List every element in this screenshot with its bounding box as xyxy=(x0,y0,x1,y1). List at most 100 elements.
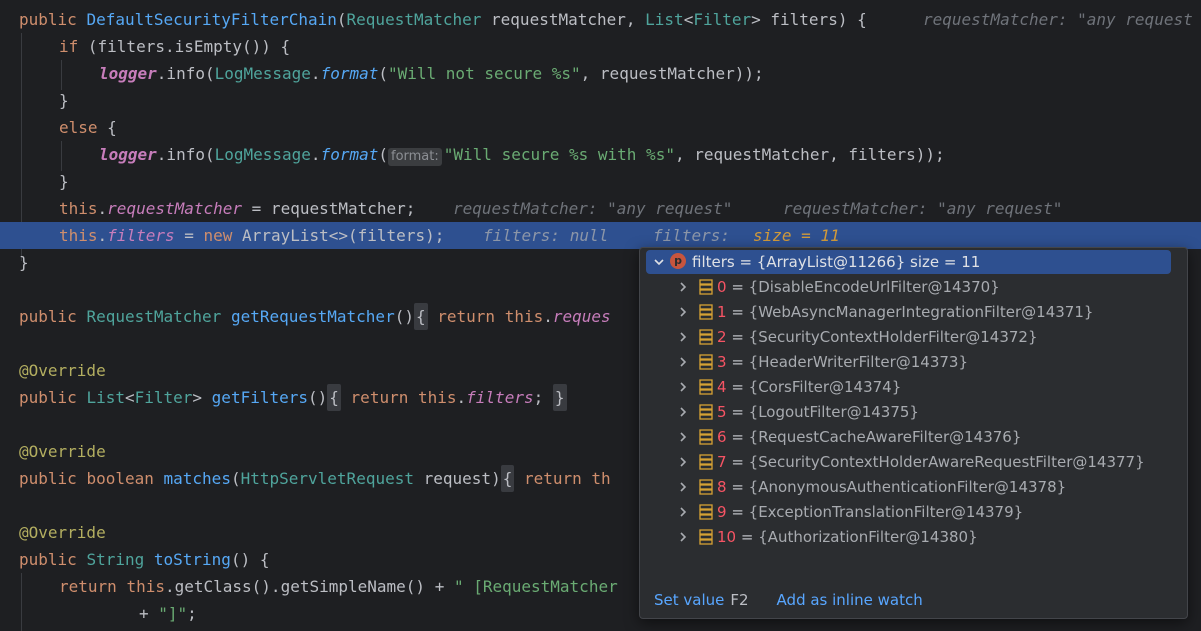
tree-node-item[interactable]: 5 = {LogoutFilter@14375} xyxy=(646,400,1171,424)
keyword: return xyxy=(437,307,496,326)
keyword: else xyxy=(59,118,98,137)
folded-block[interactable]: } xyxy=(552,384,567,411)
return-type: List xyxy=(86,388,125,407)
element-value: {DisableEncodeUrlFilter@14370} xyxy=(748,278,1000,296)
tree-node-item[interactable]: 1 = {WebAsyncManagerIntegrationFilter@14… xyxy=(646,300,1171,324)
param-name: request xyxy=(423,469,492,488)
array-element-icon xyxy=(699,504,713,520)
folded-block[interactable]: { xyxy=(500,465,515,492)
code-line[interactable]: if (filters.isEmpty()) { xyxy=(0,33,1201,60)
equals-sign: = xyxy=(726,503,749,521)
chevron-right-icon[interactable] xyxy=(676,525,690,549)
shortcut-key: F2 xyxy=(730,591,749,609)
keyword: this xyxy=(417,388,457,407)
equals-sign: = xyxy=(726,403,749,421)
field-name: filters xyxy=(107,226,175,245)
element-value: {SecurityContextHolderFilter@14372} xyxy=(748,328,1038,346)
element-index: 2 xyxy=(717,328,727,346)
generic-type: Filter xyxy=(134,388,193,407)
equals-sign: = xyxy=(726,328,749,346)
equals-sign: = xyxy=(726,278,749,296)
equals-sign: = xyxy=(726,478,749,496)
array-element-icon xyxy=(699,454,713,470)
code-text: ArrayList<>(filters); xyxy=(232,226,445,245)
keyword: return xyxy=(523,469,582,488)
tree-node-item[interactable]: 9 = {ExceptionTranslationFilter@14379} xyxy=(646,500,1171,524)
code-text: = xyxy=(174,226,204,245)
element-index: 7 xyxy=(717,453,727,471)
equals-sign: = xyxy=(726,453,749,471)
constructor-name: DefaultSecurityFilterChain xyxy=(86,10,337,29)
chevron-right-icon[interactable] xyxy=(676,300,690,324)
array-element-icon xyxy=(699,404,713,420)
keyword: public xyxy=(19,469,77,488)
keyword: this xyxy=(504,307,544,326)
chevron-down-icon[interactable] xyxy=(652,250,666,274)
chevron-right-icon[interactable] xyxy=(676,450,690,474)
tree-node-item[interactable]: 2 = {SecurityContextHolderFilter@14372} xyxy=(646,325,1171,349)
array-element-icon xyxy=(699,429,713,445)
annotation: @Override xyxy=(19,361,106,380)
chevron-right-icon[interactable] xyxy=(676,350,690,374)
method-name: matches xyxy=(163,469,231,488)
method-name: getFilters xyxy=(211,388,308,407)
keyword: th xyxy=(591,469,611,488)
array-element-icon xyxy=(699,354,713,370)
folded-block[interactable]: { xyxy=(413,303,428,330)
brace: } xyxy=(59,172,69,191)
keyword: this xyxy=(126,577,165,596)
inline-debug-hint: filters: null xyxy=(483,226,609,245)
field-name: requestMatcher xyxy=(107,199,243,218)
code-text: .info( xyxy=(156,64,215,83)
tree-node-root[interactable]: p filters = {ArrayList@11266} size = 11 xyxy=(646,250,1171,274)
inline-debug-hint: requestMatcher: "any request" xyxy=(453,199,733,218)
tree-node-item[interactable]: 3 = {HeaderWriterFilter@14373} xyxy=(646,350,1171,374)
field-name: filters xyxy=(466,388,534,407)
chevron-right-icon[interactable] xyxy=(676,400,690,424)
code-line[interactable]: } xyxy=(0,168,1201,195)
tree-node-item[interactable]: 7 = {SecurityContextHolderAwareRequestFi… xyxy=(646,450,1171,474)
code-text: . xyxy=(310,64,321,83)
code-text: . xyxy=(97,199,108,218)
set-value-link[interactable]: Set value xyxy=(654,591,724,609)
parameter-hint: format: xyxy=(388,148,442,166)
param-type: HttpServletRequest xyxy=(240,469,414,488)
tree-node-item[interactable]: 10 = {AuthorizationFilter@14380} xyxy=(646,525,1171,549)
code-text: () xyxy=(308,388,328,407)
logger-field: logger xyxy=(99,145,157,164)
array-element-icon xyxy=(699,329,713,345)
folded-block[interactable]: { xyxy=(327,384,341,411)
chevron-right-icon[interactable] xyxy=(676,325,690,349)
chevron-right-icon[interactable] xyxy=(676,275,690,299)
element-value: {SecurityContextHolderAwareRequestFilter… xyxy=(748,453,1145,471)
add-inline-watch-link[interactable]: Add as inline watch xyxy=(777,591,923,609)
chevron-right-icon[interactable] xyxy=(676,475,690,499)
chevron-right-icon[interactable] xyxy=(676,500,690,524)
keyword: return xyxy=(59,577,117,596)
debug-value-popup[interactable]: p filters = {ArrayList@11266} size = 11 … xyxy=(639,247,1188,619)
keyword: boolean xyxy=(86,469,154,488)
current-execution-line[interactable]: this.filters = new ArrayList<>(filters);… xyxy=(0,222,1201,249)
code-line[interactable]: } xyxy=(0,87,1201,114)
param-name: filters xyxy=(770,10,838,29)
code-line[interactable]: this.requestMatcher = requestMatcher; req… xyxy=(0,195,1201,222)
chevron-right-icon[interactable] xyxy=(676,425,690,449)
tree-node-item[interactable]: 4 = {CorsFilter@14374} xyxy=(646,375,1171,399)
code-text: ( xyxy=(378,64,388,83)
code-line[interactable]: logger.info(LogMessage.format("Will not … xyxy=(0,60,1201,87)
array-element-icon xyxy=(699,379,713,395)
string-literal: " [RequestMatcher xyxy=(453,577,618,596)
param-type: List xyxy=(645,10,684,29)
tree-node-item[interactable]: 6 = {RequestCacheAwareFilter@14376} xyxy=(646,425,1171,449)
code-line[interactable]: public DefaultSecurityFilterChain(Reques… xyxy=(0,6,1201,33)
field-name: reques xyxy=(552,307,611,326)
tree-node-item[interactable]: 8 = {AnonymousAuthenticationFilter@14378… xyxy=(646,475,1171,499)
element-value: {RequestCacheAwareFilter@14376} xyxy=(748,428,1022,446)
equals-sign: = xyxy=(726,303,749,321)
chevron-right-icon[interactable] xyxy=(676,375,690,399)
code-line[interactable]: logger.info(LogMessage.format(format: "Wi… xyxy=(0,141,1201,168)
code-text: () { xyxy=(230,550,270,569)
code-line[interactable]: else { xyxy=(0,114,1201,141)
equals-sign: = xyxy=(736,528,759,546)
tree-node-item[interactable]: 0 = {DisableEncodeUrlFilter@14370} xyxy=(646,275,1171,299)
